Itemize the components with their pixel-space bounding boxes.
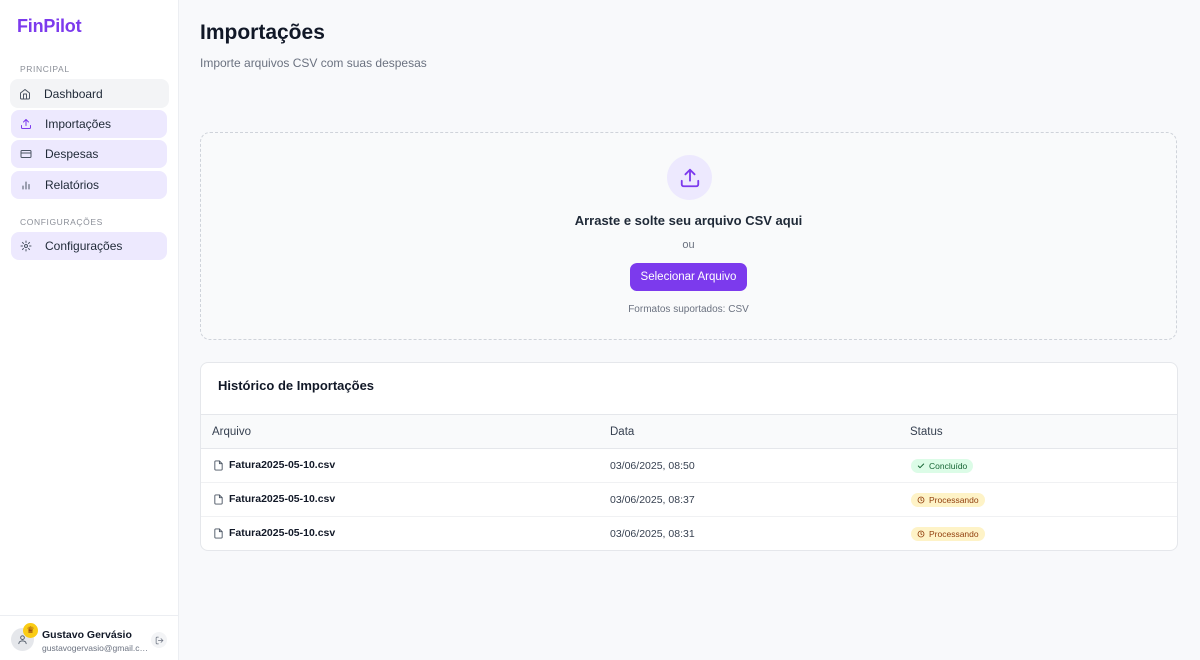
user-email: gustavogervasio@gmail.com <box>42 643 150 653</box>
sidebar-item-label: Importações <box>45 117 112 131</box>
upload-icon <box>19 117 33 131</box>
sidebar-item-label: Configurações <box>45 239 123 253</box>
sidebar-item-dashboard[interactable]: Dashboard <box>10 79 169 108</box>
credit-card-icon <box>19 147 33 161</box>
column-header-arquivo: Arquivo <box>212 426 251 438</box>
table-row[interactable]: Fatura2025-05-10.csv 03/06/2025, 08:37 P… <box>201 483 1177 517</box>
bar-chart-icon <box>19 178 33 192</box>
status-text: Processando <box>929 529 979 539</box>
column-header-data: Data <box>610 426 635 438</box>
sidebar-item-label: Relatórios <box>45 178 100 192</box>
select-file-button[interactable]: Selecionar Arquivo <box>630 263 747 291</box>
sidebar-item-label: Dashboard <box>44 86 103 101</box>
file-cell: Fatura2025-05-10.csv <box>213 459 335 471</box>
user-profile: ♛ Gustavo Gervásio gustavogervasio@gmail… <box>0 615 179 660</box>
section-label-principal: PRINCIPAL <box>20 64 70 74</box>
file-cell: Fatura2025-05-10.csv <box>213 493 335 505</box>
upload-icon <box>667 155 712 200</box>
logout-icon <box>155 636 163 644</box>
table-row[interactable]: Fatura2025-05-10.csv 03/06/2025, 08:50 C… <box>201 449 1177 483</box>
status-badge: Processando <box>911 527 985 541</box>
section-label-configuracoes: CONFIGURAÇÕES <box>20 217 103 227</box>
date-cell: 03/06/2025, 08:37 <box>610 494 695 506</box>
sidebar-item-importacoes[interactable]: Importações <box>11 110 167 138</box>
logout-button[interactable] <box>151 632 167 648</box>
file-name: Fatura2025-05-10.csv <box>229 459 336 471</box>
status-text: Processando <box>929 495 979 505</box>
brand-logo[interactable]: FinPilot <box>17 16 82 37</box>
gear-icon <box>19 239 33 253</box>
date-cell: 03/06/2025, 08:31 <box>610 528 695 540</box>
sidebar-item-configuracoes[interactable]: Configurações <box>11 232 167 260</box>
file-dropzone[interactable]: Arraste e solte seu arquivo CSV aqui ou … <box>200 132 1177 340</box>
column-header-status: Status <box>910 426 943 438</box>
home-icon <box>18 87 32 101</box>
import-history-card: Histórico de Importações Arquivo Data St… <box>200 362 1178 551</box>
sidebar-item-label: Despesas <box>45 147 99 161</box>
user-name: Gustavo Gervásio <box>42 629 132 641</box>
sidebar: FinPilot PRINCIPAL Dashboard Importações… <box>0 0 179 660</box>
file-cell: Fatura2025-05-10.csv <box>213 527 335 539</box>
status-badge: Processando <box>911 493 985 507</box>
page-subtitle: Importe arquivos CSV com suas despesas <box>200 56 427 70</box>
dropzone-title: Arraste e solte seu arquivo CSV aqui <box>574 213 803 228</box>
crown-icon: ♛ <box>23 623 38 638</box>
table-row[interactable]: Fatura2025-05-10.csv 03/06/2025, 08:31 P… <box>201 517 1177 550</box>
clock-icon <box>917 530 925 538</box>
file-name: Fatura2025-05-10.csv <box>229 527 336 539</box>
supported-formats-text: Formatos suportados: CSV <box>628 304 749 315</box>
clock-icon <box>917 496 925 504</box>
file-icon <box>214 527 223 539</box>
page-title: Importações <box>200 21 325 44</box>
file-icon <box>214 459 223 471</box>
table-header: Arquivo Data Status <box>201 414 1177 449</box>
dropzone-or-text: ou <box>682 239 695 251</box>
status-badge: Concluído <box>911 459 974 473</box>
sidebar-item-despesas[interactable]: Despesas <box>11 140 167 168</box>
file-name: Fatura2025-05-10.csv <box>229 493 336 505</box>
check-icon <box>917 463 925 469</box>
date-cell: 03/06/2025, 08:50 <box>610 460 695 472</box>
sidebar-item-relatorios[interactable]: Relatórios <box>11 171 167 199</box>
file-icon <box>214 493 223 505</box>
status-text: Concluído <box>929 461 968 471</box>
history-title: Histórico de Importações <box>218 378 375 393</box>
